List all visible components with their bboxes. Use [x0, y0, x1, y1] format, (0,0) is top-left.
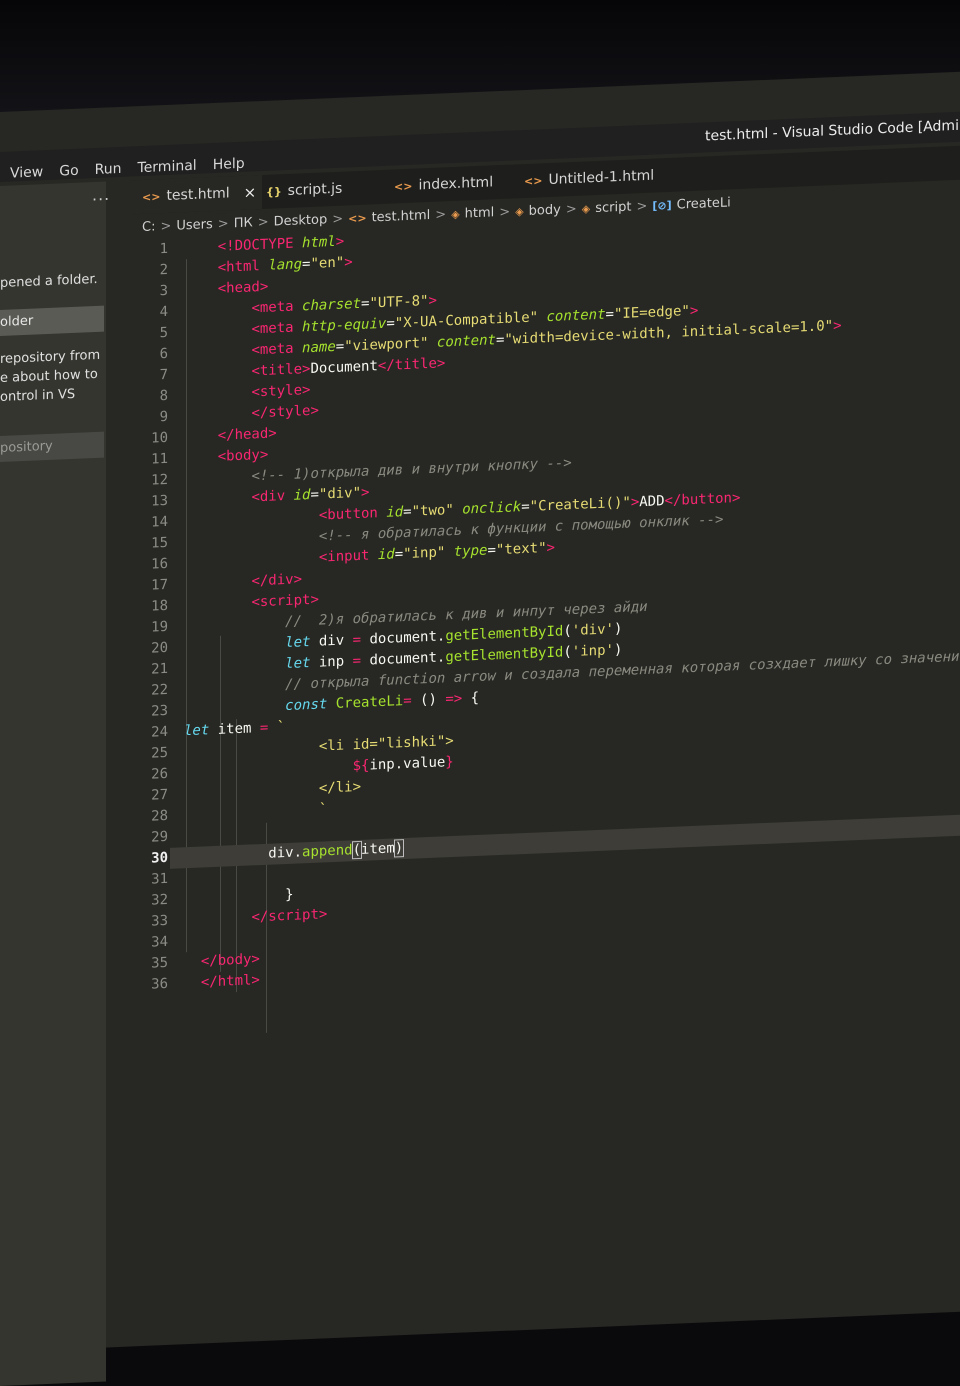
vscode-window: test.html - Visual Studio Code [Administ…	[0, 65, 960, 1386]
chevron-right-icon: >	[565, 201, 577, 217]
breadcrumb-item[interactable]: Users	[176, 217, 212, 234]
more-actions-icon[interactable]: ···	[92, 189, 110, 209]
html-file-icon: <>	[142, 189, 161, 204]
breadcrumb-item[interactable]: html	[465, 205, 495, 221]
tab-label: Untitled-1.html	[548, 167, 655, 189]
code-editor[interactable]: 1 2 3 4 5 6 7 8 9 10 11 12 13 14 15 16 17 18 19 20 21 22 23 24 2…	[106, 200, 960, 1342]
menu-run[interactable]: Run	[87, 157, 130, 183]
chevron-right-icon: >	[160, 218, 172, 234]
tab-index-html[interactable]: <> index.html	[394, 165, 493, 203]
line-number: 26	[151, 765, 168, 783]
line-number: 6	[159, 345, 168, 363]
menu-go[interactable]: Go	[51, 158, 86, 183]
line-number: 22	[151, 681, 168, 699]
line-number: 14	[151, 513, 168, 531]
html-file-icon: <>	[524, 173, 543, 188]
breadcrumb-item[interactable]: test.html	[372, 207, 431, 224]
line-number: 5	[159, 324, 168, 342]
chevron-right-icon: >	[217, 215, 229, 232]
line-number: 27	[151, 786, 168, 804]
html-file-icon: <>	[394, 179, 413, 193]
line-number: 31	[151, 870, 168, 888]
chevron-right-icon: >	[636, 198, 648, 214]
chevron-right-icon: >	[499, 204, 511, 220]
element-icon: ◈	[515, 204, 524, 218]
open-folder-button[interactable]: older	[0, 305, 104, 336]
no-folder-text: pened a folder.	[0, 271, 98, 291]
line-number: 35	[151, 954, 168, 972]
line-number: 13	[151, 492, 168, 510]
line-number: 21	[151, 660, 168, 678]
window-title: test.html - Visual Studio Code [Administ…	[705, 116, 960, 145]
line-number: 30	[151, 849, 168, 867]
line-number: 4	[159, 303, 168, 321]
line-number: 12	[151, 471, 168, 489]
js-file-icon: {}	[266, 184, 282, 199]
line-number: 20	[151, 639, 168, 657]
breadcrumb-item[interactable]: C:	[142, 219, 155, 235]
tab-label: script.js	[287, 180, 343, 199]
line-number: 32	[151, 891, 168, 909]
breadcrumb-item[interactable]: body	[529, 202, 561, 218]
breadcrumb-item[interactable]: CreateLi	[677, 195, 731, 212]
line-number: 25	[151, 744, 168, 762]
line-number: 36	[151, 975, 168, 993]
variable-icon: [⊘]	[652, 198, 672, 213]
line-number: 10	[151, 429, 168, 447]
tab-test-html[interactable]: <> test.html ×	[130, 175, 262, 215]
line-number: 18	[151, 597, 168, 615]
close-icon[interactable]: ×	[244, 183, 257, 202]
element-icon: ◈	[451, 207, 460, 221]
chevron-right-icon: >	[332, 211, 344, 227]
line-number: 28	[151, 807, 168, 825]
tab-label: index.html	[418, 174, 494, 194]
breadcrumb-item[interactable]: ПК	[234, 215, 253, 231]
chevron-right-icon: >	[257, 214, 269, 230]
line-number: 3	[159, 282, 168, 300]
line-number: 8	[159, 387, 168, 405]
menu-help[interactable]: Help	[205, 151, 253, 177]
line-number: 23	[151, 702, 168, 720]
explorer-sidebar: ··· pened a folder. older repository fro…	[0, 181, 110, 1386]
repo-text-3: ontrol in VS	[0, 386, 76, 405]
line-number: 34	[151, 933, 168, 951]
line-number: 16	[151, 555, 168, 573]
line-number: 33	[151, 912, 168, 930]
repo-text-2: e about how to	[0, 366, 98, 386]
tab-untitled-1[interactable]: <> Untitled-1.html	[524, 159, 654, 198]
line-number: 24	[151, 723, 168, 741]
line-number-gutter: 1 2 3 4 5 6 7 8 9 10 11 12 13 14 15 16 17 18 19 20 21 22 23 24 2…	[106, 239, 176, 998]
clone-repository-button[interactable]: pository	[0, 431, 104, 462]
menu-view[interactable]: View	[0, 160, 51, 186]
line-number: 2	[159, 261, 168, 279]
tab-script-js[interactable]: {} script.js	[266, 172, 342, 209]
breadcrumb-item[interactable]: script	[595, 199, 631, 216]
menu-terminal[interactable]: Terminal	[130, 153, 205, 180]
chevron-right-icon: >	[435, 206, 447, 223]
line-number: 17	[151, 576, 168, 594]
element-icon: ◈	[581, 201, 591, 216]
tab-label: test.html	[166, 185, 230, 205]
line-number: 11	[151, 450, 168, 468]
breadcrumb-item[interactable]: Desktop	[274, 212, 328, 229]
line-number: 1	[159, 240, 168, 258]
code-area[interactable]: <!DOCTYPE html> <html lang="en"> <head> …	[170, 200, 960, 1033]
html-file-icon: <>	[348, 211, 367, 225]
line-number: 29	[151, 828, 168, 846]
line-number: 19	[151, 618, 168, 636]
line-number: 7	[159, 366, 168, 384]
line-number: 15	[151, 534, 168, 552]
line-number: 9	[159, 408, 168, 426]
